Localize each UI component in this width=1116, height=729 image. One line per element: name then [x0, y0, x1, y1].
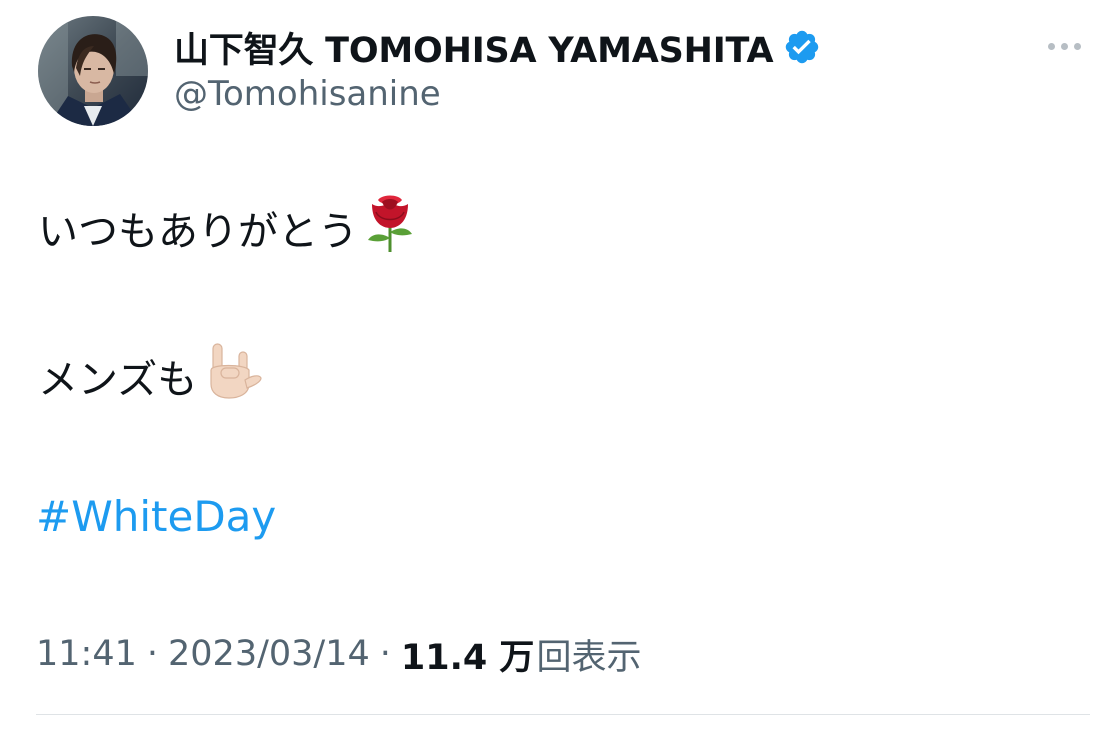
author-display-name[interactable]: 山下智久 TOMOHISA YAMASHITA [174, 22, 774, 73]
rose-emoji [362, 192, 418, 264]
love-you-gesture-emoji [201, 340, 263, 412]
author-name-row: 山下智久 TOMOHISA YAMASHITA [174, 22, 821, 72]
avatar-photo [38, 16, 148, 126]
tweet-meta: 11:41 · 2023/03/14 · 11.4 万 回表示 [36, 630, 641, 678]
more-dot [1073, 42, 1081, 50]
more-dot [1047, 42, 1055, 50]
avatar[interactable] [38, 16, 148, 126]
tweet-card: 山下智久 TOMOHISA YAMASHITA @Tomohisanine いつ… [0, 0, 1116, 729]
tweet-time[interactable]: 11:41 [36, 634, 137, 674]
tweet-date[interactable]: 2023/03/14 [168, 634, 370, 674]
author-handle[interactable]: @Tomohisanine [174, 74, 441, 114]
hashtag-link[interactable]: #WhiteDay [36, 492, 276, 541]
verified-badge-icon [783, 28, 821, 66]
meta-separator: · [146, 634, 159, 674]
more-options-icon[interactable] [1036, 28, 1092, 64]
meta-separator: · [379, 634, 391, 674]
views-count[interactable]: 11.4 万 [401, 629, 535, 680]
divider [36, 714, 1090, 715]
tweet-text: メンズも [38, 357, 198, 403]
more-dot [1060, 42, 1068, 50]
tweet-text-line-1: いつもありがとう [38, 195, 418, 260]
tweet-text: いつもありがとう [38, 209, 358, 255]
tweet-text-line-2: メンズも [38, 343, 263, 408]
views-label: 回表示 [536, 637, 642, 678]
